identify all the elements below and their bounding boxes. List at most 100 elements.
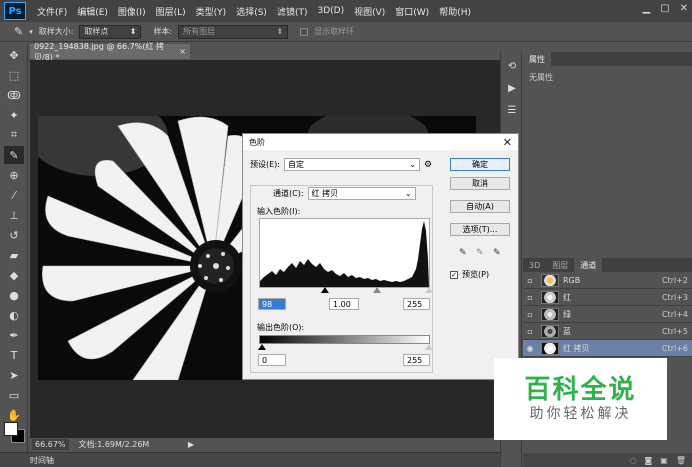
- paint-bucket-tool-icon[interactable]: ◆: [4, 266, 24, 284]
- load-selection-icon[interactable]: ◌: [630, 456, 637, 465]
- preset-gear-icon[interactable]: ⚙: [424, 160, 432, 170]
- histogram-graph: [260, 221, 429, 287]
- preview-checkbox[interactable]: ✓: [450, 270, 458, 279]
- output-black-slider[interactable]: [258, 344, 266, 350]
- visibility-icon[interactable]: ▫: [523, 276, 537, 285]
- input-white-slider[interactable]: [425, 287, 433, 293]
- channel-select[interactable]: 红 拷贝 ⌄: [307, 187, 416, 200]
- cancel-button[interactable]: 取消: [450, 177, 510, 190]
- visibility-icon[interactable]: ▫: [523, 293, 537, 302]
- visibility-icon[interactable]: ▫: [523, 310, 537, 319]
- save-selection-icon[interactable]: ◙: [645, 456, 653, 465]
- input-gamma-slider[interactable]: [373, 287, 381, 293]
- input-gamma-field[interactable]: 1.00: [329, 298, 359, 310]
- tab-close-icon[interactable]: ×: [179, 47, 186, 56]
- channel-row-green[interactable]: ▫ 绿 Ctrl+4: [523, 306, 692, 323]
- menu-edit[interactable]: 编辑(E): [72, 5, 113, 18]
- menu-select[interactable]: 选择(S): [231, 5, 272, 18]
- output-white-field[interactable]: 255: [403, 354, 430, 366]
- history-panel-icon[interactable]: ⟲: [504, 58, 520, 74]
- eraser-tool-icon[interactable]: ▰: [4, 246, 24, 264]
- document-tab[interactable]: 0922_194838.jpg @ 66.7%(红 拷贝/8) * ×: [30, 42, 190, 62]
- adjustments-panel-icon[interactable]: ☰: [504, 102, 520, 118]
- blur-tool-icon[interactable]: ●: [4, 286, 24, 304]
- menu-file[interactable]: 文件(F): [32, 5, 72, 18]
- sample-select[interactable]: 所有图层 ⬍: [178, 24, 289, 39]
- brush-tool-icon[interactable]: ⁄: [4, 186, 24, 204]
- menu-help[interactable]: 帮助(H): [434, 5, 476, 18]
- sample-value: 所有图层: [183, 27, 216, 36]
- type-tool-icon[interactable]: T: [4, 346, 24, 364]
- input-black-slider[interactable]: [321, 287, 329, 293]
- channel-label: 通道(C):: [273, 189, 304, 198]
- preset-select[interactable]: 自定 ⌄: [284, 158, 420, 171]
- channel-row-red-copy[interactable]: ◉ 红 拷贝 Ctrl+6: [523, 340, 692, 357]
- preview-row: ✓ 预览(P): [450, 269, 489, 280]
- crop-tool-icon[interactable]: ⌗: [4, 126, 24, 144]
- tab-3d[interactable]: 3D: [523, 258, 546, 272]
- trash-icon[interactable]: 🗑: [676, 456, 686, 465]
- channel-row-rgb[interactable]: ▫ RGB Ctrl+2: [523, 272, 692, 289]
- input-black-field[interactable]: 98: [258, 298, 286, 310]
- tab-layers[interactable]: 图层: [546, 258, 574, 272]
- white-eyedropper-icon[interactable]: ✎: [493, 248, 503, 258]
- tab-channels[interactable]: 通道: [574, 258, 603, 272]
- pen-tool-icon[interactable]: ✒: [4, 326, 24, 344]
- visibility-icon[interactable]: ▫: [523, 327, 537, 336]
- foreground-color[interactable]: [4, 422, 18, 436]
- zoom-level[interactable]: 66.67%: [32, 439, 69, 450]
- output-levels-label: 输出色阶(O):: [257, 323, 305, 332]
- new-channel-icon[interactable]: ▣: [660, 456, 668, 465]
- timeline-panel[interactable]: 时间轴: [0, 452, 500, 467]
- dodge-tool-icon[interactable]: ◐: [4, 306, 24, 324]
- eyedropper-tool-icon[interactable]: ✎: [14, 25, 23, 38]
- close-icon[interactable]: ✕: [503, 136, 512, 149]
- black-eyedropper-icon[interactable]: ✎: [459, 248, 469, 258]
- color-swatches[interactable]: [4, 422, 26, 444]
- actions-panel-icon[interactable]: ▶: [504, 80, 520, 96]
- doc-info: 文档:1.69M/2.26M: [78, 440, 150, 449]
- quick-select-tool-icon[interactable]: ✦: [4, 106, 24, 124]
- chevron-down-icon: ⌄: [404, 189, 412, 198]
- auto-button[interactable]: 自动(A): [450, 200, 510, 213]
- options-button[interactable]: 选项(T)...: [450, 223, 510, 236]
- visibility-eye-icon[interactable]: ◉: [523, 344, 537, 353]
- status-menu-arrow-icon[interactable]: ▶: [188, 440, 194, 449]
- path-select-tool-icon[interactable]: ➤: [4, 366, 24, 384]
- lasso-tool-icon[interactable]: ↂ: [4, 86, 24, 104]
- channel-row-blue[interactable]: ▫ 蓝 Ctrl+5: [523, 323, 692, 340]
- watermark-main-text: 百科全说: [524, 375, 637, 405]
- tool-preset-chevron-icon[interactable]: ▾: [29, 28, 33, 36]
- channel-thumbnail: [541, 273, 559, 287]
- output-black-field[interactable]: 0: [258, 354, 286, 366]
- channels-panel-header: 3D 图层 通道: [523, 258, 692, 272]
- dialog-titlebar[interactable]: 色阶 ✕: [243, 134, 518, 150]
- sample-size-select[interactable]: 取样点 ⬍: [79, 24, 142, 39]
- menu-image[interactable]: 图像(I): [113, 5, 151, 18]
- menu-3d[interactable]: 3D(D): [312, 6, 349, 16]
- menu-filter[interactable]: 滤镜(T): [272, 5, 313, 18]
- healing-brush-tool-icon[interactable]: ⊕: [4, 166, 24, 184]
- close-icon[interactable]: ✕: [680, 3, 688, 14]
- histogram: [259, 218, 430, 288]
- channels-panel-footer: ◌ ◙ ▣ 🗑: [523, 453, 692, 467]
- marquee-tool-icon[interactable]: ⬚: [4, 66, 24, 84]
- menu-view[interactable]: 视图(V): [349, 5, 390, 18]
- eyedropper-tool-icon[interactable]: ✎: [4, 146, 24, 164]
- channel-row-red[interactable]: ▫ 红 Ctrl+3: [523, 289, 692, 306]
- minimize-icon[interactable]: ▁: [642, 3, 650, 14]
- ok-button[interactable]: 确定: [450, 158, 510, 171]
- input-white-field[interactable]: 255: [403, 298, 430, 310]
- tab-properties[interactable]: 属性: [523, 52, 551, 66]
- menu-type[interactable]: 类型(Y): [191, 5, 232, 18]
- menu-layer[interactable]: 图层(L): [151, 5, 191, 18]
- history-brush-tool-icon[interactable]: ↺: [4, 226, 24, 244]
- output-white-slider[interactable]: [425, 344, 433, 350]
- menu-window[interactable]: 窗口(W): [390, 5, 434, 18]
- clone-stamp-tool-icon[interactable]: ⊥: [4, 206, 24, 224]
- gray-eyedropper-icon[interactable]: ✎: [476, 248, 486, 258]
- maximize-icon[interactable]: ▢: [660, 3, 669, 14]
- show-ring-checkbox[interactable]: [300, 27, 309, 36]
- move-tool-icon[interactable]: ✥: [4, 46, 24, 64]
- shape-tool-icon[interactable]: ▭: [4, 386, 24, 404]
